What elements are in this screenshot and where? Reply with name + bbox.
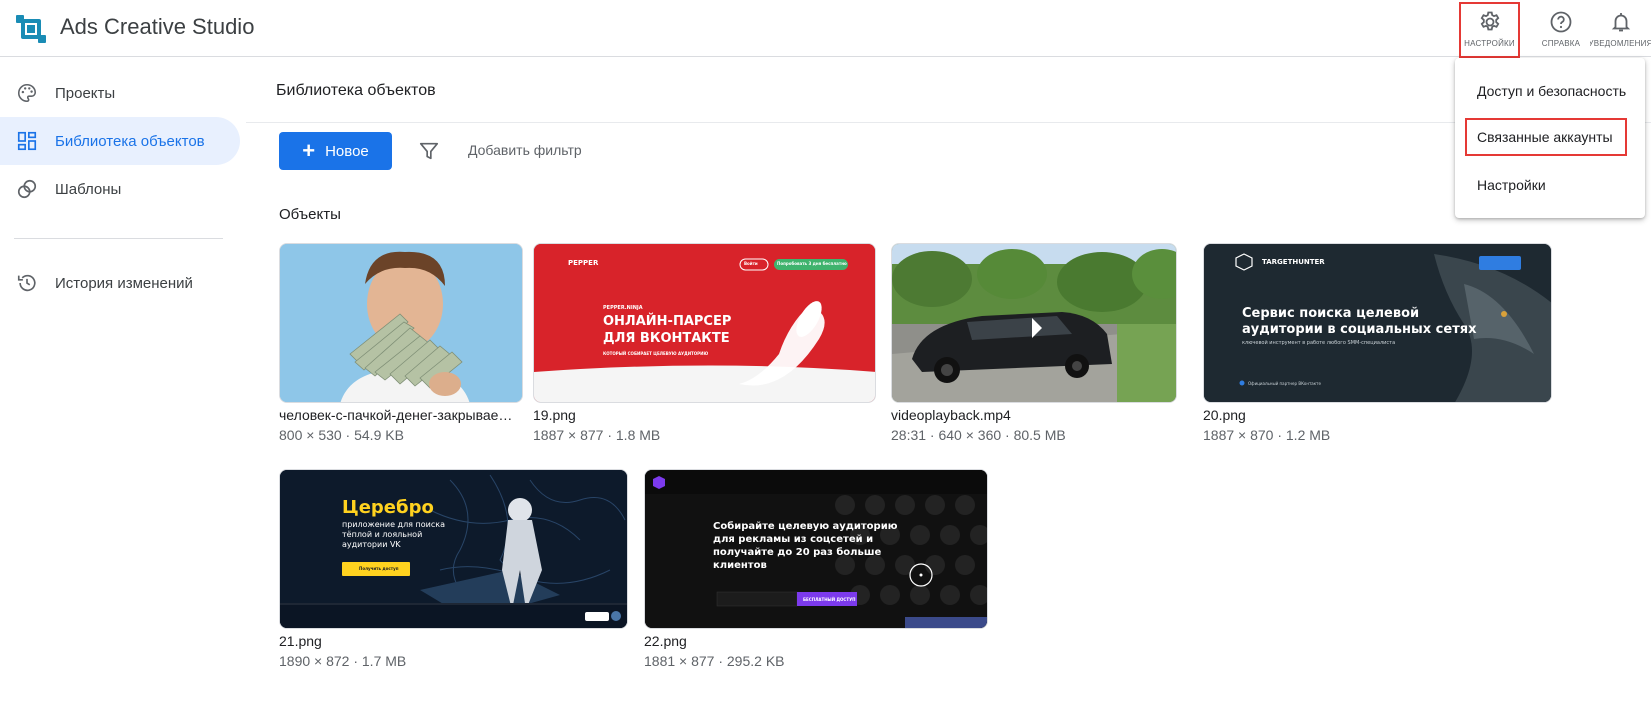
filter-icon[interactable] [418,140,440,162]
bell-icon [1611,13,1630,32]
thumb-brand: TARGETHUNTER [1262,258,1325,266]
thumb-line-1: приложение для поиска [342,520,445,529]
thumb-subtitle: ключевой инструмент в работе любого SMM-… [1242,340,1396,346]
asset-meta: 1881 × 877 · 295.2 KB [644,653,785,669]
thumb-headline-2: аудитории в социальных сетях [1242,322,1477,337]
asset-name: 22.png [644,633,687,649]
asset-card[interactable]: PEPPER Войти Попробовать 3 дня бесплатно… [533,243,876,453]
templates-icon [17,179,37,199]
notifications-button[interactable]: УВЕДОМЛЕНИЯ [1590,4,1651,54]
asset-meta: 1887 × 870 · 1.2 MB [1203,427,1331,443]
thumb-brand: PEPPER [568,259,599,267]
sidebar-item-history[interactable]: История изменений [0,259,240,307]
asset-meta: 800 × 530 · 54.9 KB [279,427,404,443]
app-title: Ads Creative Studio [60,14,255,39]
thumb-headline-2: ДЛЯ ВКОНТАКТЕ [603,331,730,346]
settings-label: НАСТРОЙКИ [1464,39,1515,48]
thumb-headline-1: Сервис поиска целевой [1242,306,1420,321]
history-icon [17,274,36,292]
asset-thumbnail: PEPPER Войти Попробовать 3 дня бесплатно… [533,243,876,403]
asset-card[interactable]: TARGETHUNTER Сервис поиска целевой аудит… [1203,243,1552,453]
asset-card[interactable]: человек-с-пачкой-денег-закрывае… 800 × 5… [279,243,523,453]
gear-icon [1480,11,1499,31]
thumb-partner: Официальный партнер ВКонтакте [1248,381,1321,386]
thumb-headline-1: ОНЛАЙН-ПАРСЕР [603,314,732,329]
menu-item-access-security[interactable]: Доступ и безопасность [1455,70,1645,112]
sidebar-item-templates[interactable]: Шаблоны [0,165,240,213]
asset-name: человек-с-пачкой-денег-закрывае… [279,407,513,423]
thumb-line-1: Собирайте целевую аудиторию [713,521,898,532]
page-title: Библиотека объектов [276,82,436,99]
notifications-label: УВЕДОМЛЕНИЯ [1590,39,1651,48]
help-icon [1550,11,1572,33]
asset-thumbnail: Церебро приложение для поиска тёплой и л… [279,469,628,629]
thumb-line-3: получайте до 20 раз больше [713,547,882,558]
thumb-title: Церебро [342,497,434,518]
asset-name: 19.png [533,407,576,423]
settings-menu: Доступ и безопасность Связанные аккаунты… [1455,58,1645,218]
sidebar: Проекты Библиотека объектов Шаблоны Исто… [0,57,240,707]
thumb-trial: Попробовать 3 дня бесплатно [777,261,847,266]
thumb-line-3: аудитории VK [342,540,401,549]
asset-name: videoplayback.mp4 [891,407,1011,423]
asset-card[interactable]: Церебро приложение для поиска тёплой и л… [279,469,628,679]
add-filter-input[interactable]: Добавить фильтр [468,142,582,158]
asset-name: 21.png [279,633,322,649]
thumb-line-4: клиентов [713,560,767,571]
help-label: СПРАВКА [1541,39,1581,48]
asset-meta: 1890 × 872 · 1.7 MB [279,653,407,669]
dashboard-icon [17,131,37,151]
asset-thumbnail [279,243,523,403]
sidebar-item-label: История изменений [55,274,193,292]
help-button[interactable]: СПРАВКА [1530,4,1592,54]
asset-meta: 1887 × 877 · 1.8 MB [533,427,661,443]
sidebar-item-asset-library[interactable]: Библиотека объектов [0,117,240,165]
asset-card[interactable]: Собирайте целевую аудиторию для рекламы … [644,469,988,679]
thumb-subtitle: КОТОРЫЙ СОБИРАЕТ ЦЕЛЕВУЮ АУДИТОРИЮ [603,351,709,356]
asset-meta: 28:31 · 640 × 360 · 80.5 MB [891,427,1066,443]
palette-icon [18,83,37,103]
thumb-cta-label: Получить доступ [359,566,399,571]
sidebar-item-label: Шаблоны [55,180,122,198]
plus-icon: + [302,138,316,163]
thumb-login: Войти [744,261,758,266]
asset-thumbnail [891,243,1177,403]
sidebar-item-label: Библиотека объектов [55,132,205,150]
toolbar-divider [246,122,1651,123]
top-app-bar: Ads Creative Studio НАСТРОЙКИ СПРАВКА УВ… [0,0,1651,58]
asset-card[interactable]: videoplayback.mp4 28:31 · 640 × 360 · 80… [891,243,1177,453]
menu-item-linked-accounts[interactable]: Связанные аккаунты [1465,118,1627,156]
menu-item-settings[interactable]: Настройки [1455,164,1645,206]
asset-thumbnail: TARGETHUNTER Сервис поиска целевой аудит… [1203,243,1552,403]
settings-button[interactable]: НАСТРОЙКИ [1459,2,1520,58]
thumb-line-2: для рекламы из соцсетей и [713,534,874,545]
new-button-label: Новое [325,142,369,160]
sidebar-divider [14,238,223,239]
thumb-cta: Получить доступ [342,562,410,576]
new-button[interactable]: + Новое [279,132,392,170]
sidebar-item-projects[interactable]: Проекты [0,69,240,117]
app-logo-icon[interactable] [14,12,48,46]
thumb-line-2: тёплой и лояльной [342,530,423,539]
thumb-small: PEPPER.NINJA [603,305,643,311]
asset-name: 20.png [1203,407,1246,423]
asset-thumbnail: Собирайте целевую аудиторию для рекламы … [644,469,988,629]
sidebar-item-label: Проекты [55,84,116,102]
section-title: Объекты [279,206,341,223]
thumb-cta-label: БЕСПЛАТНЫЙ ДОСТУП [803,597,856,602]
